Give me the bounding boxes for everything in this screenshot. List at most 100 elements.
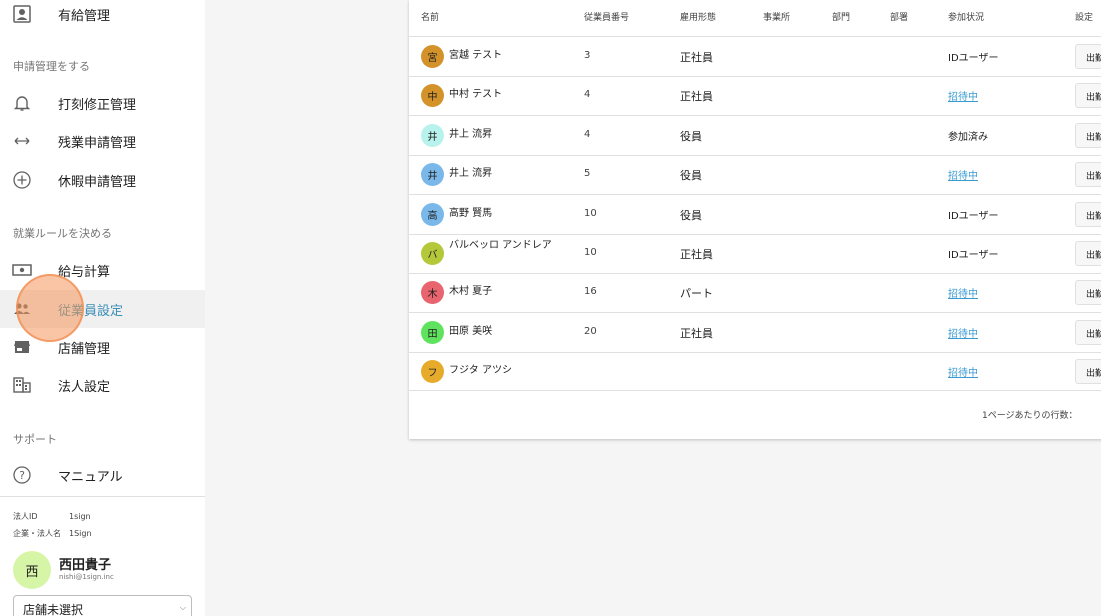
table-row[interactable]: 木木村 夏子 16 パート 招待中 出勤 bbox=[409, 273, 1101, 312]
attendance-button[interactable]: 出勤 bbox=[1075, 122, 1101, 148]
section-label-requests: 申請管理をする bbox=[13, 60, 90, 73]
sidebar-item-store-management[interactable]: 店舗管理 bbox=[0, 328, 205, 366]
attendance-button[interactable]: 出勤 bbox=[1075, 359, 1101, 385]
sidebar-item-label: 残業申請管理 bbox=[58, 136, 137, 151]
employee-name: 井上 流昇 bbox=[449, 128, 493, 140]
attendance-button[interactable]: 出勤 bbox=[1075, 280, 1101, 306]
employee-name: 中村 テスト bbox=[449, 89, 503, 101]
attendance-button[interactable]: 出勤 bbox=[1075, 201, 1101, 227]
user-name: 西田貴子 bbox=[59, 558, 112, 573]
sidebar-item-label: 給与計算 bbox=[58, 265, 111, 280]
column-header-col-employee-number: 従業員番号 bbox=[584, 13, 630, 23]
employee-name: 木村 夏子 bbox=[449, 286, 493, 298]
question-circle-icon: ? bbox=[12, 465, 32, 485]
avatar: バ bbox=[421, 242, 444, 265]
section-label-rules: 就業ルールを決める bbox=[13, 227, 112, 240]
avatar: 井 bbox=[421, 163, 444, 187]
table-row[interactable]: 井井上 流昇 5 役員 招待中 出勤 bbox=[409, 155, 1101, 194]
section-label-support: サポート bbox=[13, 433, 57, 446]
employee-name: 宮越 テスト bbox=[449, 50, 503, 61]
building-icon bbox=[12, 375, 32, 395]
attendance-button[interactable]: 出勤 bbox=[1075, 162, 1101, 188]
sidebar-item-label: 店舗管理 bbox=[58, 342, 111, 357]
employee-number: 10 bbox=[584, 247, 597, 258]
avatar[interactable]: 西 bbox=[13, 551, 51, 589]
employment-type: 正社員 bbox=[680, 326, 713, 340]
table-row[interactable]: 中中村 テスト 4 正社員 招待中 出勤 bbox=[409, 76, 1101, 115]
svg-text:?: ? bbox=[19, 469, 25, 482]
participation-status: IDユーザー bbox=[948, 53, 999, 64]
sidebar-item-overtime[interactable]: 残業申請管理 bbox=[0, 122, 205, 160]
sidebar-item-payroll[interactable]: 給与計算 bbox=[0, 251, 205, 289]
left-right-arrow-icon bbox=[12, 131, 32, 151]
participation-status: IDユーザー bbox=[948, 210, 999, 222]
cash-icon bbox=[12, 260, 32, 280]
employee-number: 4 bbox=[584, 128, 591, 140]
avatar: フ bbox=[421, 360, 444, 384]
employment-type: 正社員 bbox=[680, 51, 713, 64]
attendance-button[interactable]: 出勤 bbox=[1075, 319, 1101, 345]
sidebar-item-punch-correction[interactable]: 打刻修正管理 bbox=[0, 84, 205, 122]
column-header-col-settings: 設定 bbox=[1075, 13, 1094, 23]
column-header-col-participation-status: 参加状況 bbox=[948, 13, 985, 23]
rows-per-page-label: 1ページあたりの行数： bbox=[982, 411, 1078, 421]
participation-status: 参加済み bbox=[948, 131, 988, 143]
employee-name: 高野 賢馬 bbox=[449, 207, 493, 219]
employee-name: 井上 流昇 bbox=[449, 168, 493, 180]
avatar: 田 bbox=[421, 320, 444, 344]
sidebar-item-label: 法人設定 bbox=[58, 380, 111, 395]
avatar: 中 bbox=[421, 84, 444, 108]
sidebar-item-leave[interactable]: 休暇申請管理 bbox=[0, 161, 205, 199]
user-email: nishi@1sign.inc bbox=[59, 573, 114, 581]
employee-number: 16 bbox=[584, 286, 597, 298]
sidebar-item-employee-settings[interactable]: 従業員設定 bbox=[0, 290, 205, 328]
store-select[interactable]: 店舗未選択 ⌵ bbox=[13, 595, 192, 616]
employment-type: 正社員 bbox=[680, 90, 713, 104]
participation-status[interactable]: 招待中 bbox=[948, 285, 978, 300]
corp-name-value: 1Sign bbox=[69, 529, 92, 538]
participation-status[interactable]: 招待中 bbox=[948, 364, 978, 379]
avatar: 宮 bbox=[421, 45, 444, 68]
table-row[interactable]: ババルベッロ アンドレア 10 正社員 IDユーザー 出勤 bbox=[409, 234, 1101, 273]
sidebar-item-label: マニュアル bbox=[58, 470, 123, 485]
table-row[interactable]: 井井上 流昇 4 役員 参加済み 出勤 bbox=[409, 116, 1101, 155]
employee-number: 20 bbox=[584, 325, 597, 337]
corp-id-row: 法人ID 1sign bbox=[13, 511, 91, 522]
participation-status[interactable]: 招待中 bbox=[948, 88, 978, 103]
sidebar-item-label: 有給管理 bbox=[58, 9, 111, 24]
people-icon bbox=[12, 299, 32, 319]
employment-type: 役員 bbox=[680, 129, 702, 143]
participation-status[interactable]: 招待中 bbox=[948, 167, 978, 182]
sidebar-item-manual[interactable]: ? マニュアル bbox=[0, 456, 205, 494]
employment-type: 役員 bbox=[680, 208, 702, 222]
corp-id-value: 1sign bbox=[69, 512, 91, 521]
table-row[interactable]: 宮宮越 テスト 3 正社員 IDユーザー 出勤 bbox=[409, 37, 1101, 76]
participation-status[interactable]: 招待中 bbox=[948, 325, 978, 340]
sidebar: 有給管理 申請管理をする 打刻修正管理 残業申請管理 休暇申請管理 就業ルールを… bbox=[0, 0, 205, 616]
attendance-button[interactable]: 出勤 bbox=[1075, 44, 1101, 69]
employee-name: バルベッロ アンドレア bbox=[449, 240, 552, 251]
attendance-button[interactable]: 出勤 bbox=[1075, 241, 1101, 266]
employee-number: 5 bbox=[584, 168, 591, 180]
person-badge-icon bbox=[12, 4, 32, 24]
column-header-col-name: 名前 bbox=[421, 13, 440, 23]
sidebar-item-paid-leave[interactable]: 有給管理 bbox=[0, 0, 205, 33]
employment-type: パート bbox=[680, 287, 713, 301]
table-row[interactable]: 高高野 賢馬 10 役員 IDユーザー 出勤 bbox=[409, 195, 1101, 234]
table-row[interactable]: 田田原 美咲 20 正社員 招待中 出勤 bbox=[409, 313, 1101, 352]
sidebar-item-label: 休暇申請管理 bbox=[58, 175, 137, 190]
avatar: 高 bbox=[421, 202, 444, 226]
employee-number: 10 bbox=[584, 207, 597, 219]
attendance-button[interactable]: 出勤 bbox=[1075, 83, 1101, 109]
corp-name-row: 企業・法人名 1Sign bbox=[13, 528, 92, 539]
plus-circle-icon bbox=[12, 170, 32, 190]
store-icon bbox=[12, 337, 32, 357]
sidebar-item-label: 打刻修正管理 bbox=[58, 98, 137, 113]
corp-name-label: 企業・法人名 bbox=[13, 529, 61, 538]
table-footer-divider bbox=[409, 390, 1101, 391]
chevron-down-icon: ⌵ bbox=[179, 603, 186, 612]
sidebar-item-corporate-settings[interactable]: 法人設定 bbox=[0, 366, 205, 404]
bell-icon bbox=[12, 93, 32, 113]
column-header-col-department: 部門 bbox=[832, 13, 851, 23]
table-row[interactable]: フフジタ アツシ 招待中 出勤 bbox=[409, 352, 1101, 391]
